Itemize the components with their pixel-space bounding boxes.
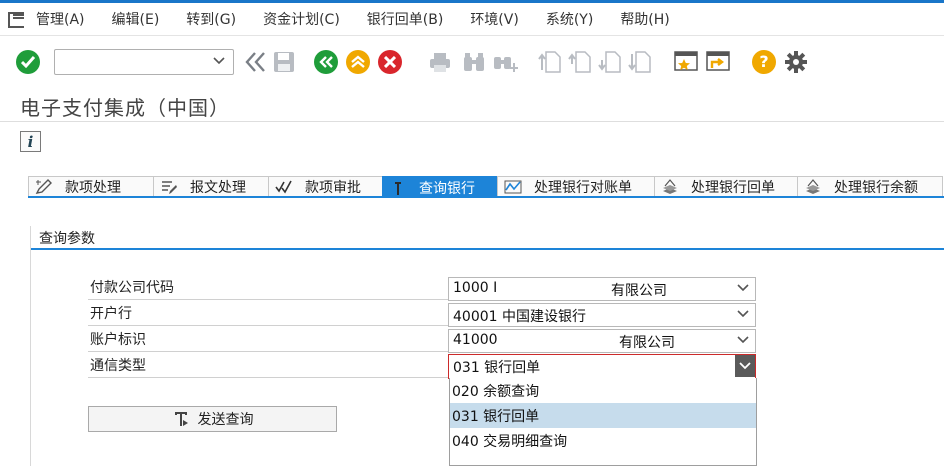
menu-item-goto[interactable]: 转到(G) — [186, 9, 236, 29]
save-icon[interactable] — [270, 48, 298, 76]
chevron-down-icon[interactable] — [737, 336, 749, 344]
first-page-icon[interactable] — [536, 48, 564, 76]
company-code-value: 1000 I — [453, 280, 498, 296]
field-row-account-id: 账户标识 — [88, 328, 448, 352]
menu-bar: 管理(A) 编辑(E) 转到(G) 资金计划(C) 银行回单(B) 环境(V) … — [0, 0, 944, 36]
comm-type-dropdown: 020 余额查询 031 银行回单 040 交易明细查询 — [449, 378, 757, 466]
help-icon[interactable]: ? — [750, 48, 778, 76]
menu-icon[interactable] — [8, 12, 26, 28]
tab-strip: 款项处理 报文处理 款项审批 查询银行 处理银行对账单 处理银行回单 处理银行余… — [28, 176, 944, 198]
previous-page-icon[interactable] — [566, 48, 594, 76]
tab-bank-receipt[interactable]: 处理银行回单 — [654, 176, 798, 196]
toolbar: ? — [0, 36, 944, 88]
account-id-select[interactable]: 41000 有限公司 — [448, 329, 756, 353]
statement-chart-icon — [502, 179, 524, 195]
next-page-icon[interactable] — [596, 48, 624, 76]
print-icon[interactable] — [426, 48, 454, 76]
dropdown-option-031[interactable]: 031 银行回单 — [450, 403, 756, 428]
query-bank-icon — [387, 180, 409, 196]
command-field[interactable] — [54, 49, 234, 75]
document-edit-icon — [158, 179, 180, 195]
tab-bank-balance[interactable]: 处理银行余额 — [797, 176, 943, 196]
menu-item-manage[interactable]: 管理(A) — [36, 9, 85, 29]
menu-item-environment[interactable]: 环境(V) — [470, 9, 519, 29]
last-page-icon[interactable] — [626, 48, 654, 76]
chevron-down-icon[interactable] — [737, 310, 749, 318]
dropdown-option-020[interactable]: 020 余额查询 — [450, 378, 756, 403]
company-code-label: 付款公司代码 — [90, 280, 174, 296]
comm-type-select[interactable]: 031 银行回单 — [448, 354, 756, 379]
menu-item-cash-plan[interactable]: 资金计划(C) — [263, 9, 340, 29]
house-bank-value: 40001 中国建设银行 — [453, 309, 586, 325]
find-icon[interactable] — [460, 48, 488, 76]
receipt-stack-icon — [659, 178, 681, 195]
tab-label: 查询银行 — [419, 180, 475, 197]
double-check-icon — [273, 179, 295, 195]
find-next-icon[interactable] — [492, 48, 520, 76]
group-title: 查询参数 — [39, 231, 95, 247]
comm-type-label: 通信类型 — [90, 358, 146, 374]
field-row-comm-type: 通信类型 — [88, 354, 448, 378]
tab-payment-approval[interactable]: 款项审批 — [268, 176, 383, 196]
tab-query-bank[interactable]: 查询银行 — [382, 176, 498, 198]
title-bar: 电子支付集成（中国） — [0, 88, 944, 122]
shortcut-icon[interactable] — [704, 48, 732, 76]
house-bank-label: 开户行 — [90, 306, 132, 322]
create-session-icon[interactable] — [672, 48, 700, 76]
exit-icon[interactable] — [344, 48, 372, 76]
company-code-desc: 有限公司 — [611, 283, 667, 299]
chevron-down-icon[interactable] — [737, 284, 749, 292]
company-code-select[interactable]: 1000 I 有限公司 — [448, 277, 756, 301]
cancel-icon[interactable] — [376, 48, 404, 76]
tab-label: 款项审批 — [305, 179, 361, 196]
group-header: 查询参数 — [31, 226, 944, 250]
tab-label: 报文处理 — [190, 179, 246, 196]
tab-payment-processing[interactable]: 款项处理 — [28, 176, 154, 196]
chevron-down-icon[interactable] — [213, 57, 225, 65]
double-left-chevron-icon[interactable] — [242, 48, 270, 76]
tab-message-processing[interactable]: 报文处理 — [153, 176, 269, 196]
field-row-house-bank: 开户行 — [88, 302, 448, 326]
tab-label: 处理银行对账单 — [534, 179, 632, 196]
send-query-icon — [172, 410, 190, 428]
menu-item-system[interactable]: 系统(Y) — [546, 9, 593, 29]
menu-item-help[interactable]: 帮助(H) — [620, 9, 669, 29]
comm-type-value: 031 银行回单 — [453, 360, 541, 376]
balance-stack-icon — [802, 178, 824, 195]
account-id-desc: 有限公司 — [619, 335, 675, 351]
menu-item-edit[interactable]: 编辑(E) — [112, 9, 160, 29]
send-query-label: 发送查询 — [197, 412, 254, 428]
pencil-icon — [33, 178, 55, 195]
dropdown-option-040[interactable]: 040 交易明细查询 — [450, 428, 756, 453]
tab-label: 处理银行回单 — [691, 179, 775, 196]
back-icon[interactable] — [312, 48, 340, 76]
chevron-down-icon[interactable] — [735, 355, 755, 377]
account-id-label: 账户标识 — [90, 332, 146, 348]
page-title: 电子支付集成（中国） — [20, 96, 230, 120]
field-row-company-code: 付款公司代码 — [88, 276, 448, 300]
command-input[interactable] — [55, 50, 205, 74]
menu-item-bank-receipt[interactable]: 银行回单(B) — [367, 9, 444, 29]
send-query-button[interactable]: 发送查询 — [88, 406, 337, 432]
tab-label: 处理银行余额 — [834, 179, 918, 196]
tab-bank-statement[interactable]: 处理银行对账单 — [497, 176, 655, 196]
enter-check-icon[interactable] — [14, 48, 42, 76]
house-bank-select[interactable]: 40001 中国建设银行 — [448, 303, 756, 327]
tab-label: 款项处理 — [65, 179, 121, 196]
settings-gear-icon[interactable] — [782, 48, 810, 76]
account-id-value: 41000 — [453, 332, 498, 348]
info-icon[interactable]: i — [20, 131, 41, 152]
